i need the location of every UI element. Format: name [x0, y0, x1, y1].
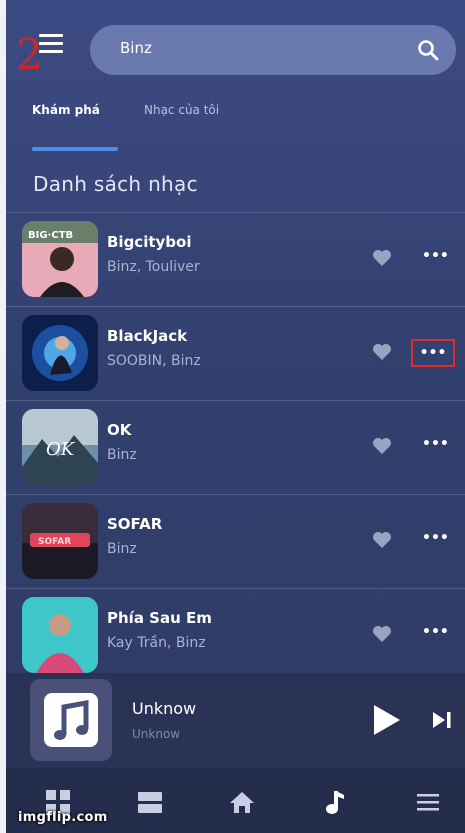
heart-icon[interactable]: [372, 343, 392, 361]
svg-text:SOFAR: SOFAR: [38, 537, 71, 547]
player-track-artist: Unknow: [132, 727, 181, 741]
section-title: Danh sách nhạc: [33, 172, 198, 196]
home-icon[interactable]: [228, 788, 256, 816]
next-track-icon[interactable]: [432, 711, 452, 729]
song-item-phia-sau-em[interactable]: Phía Sau Em Kay Trần, Binz •••: [6, 588, 465, 683]
music-note-icon: [44, 693, 98, 747]
album-cover: [22, 597, 98, 673]
song-item-ok[interactable]: OK OK Binz •••: [6, 400, 465, 495]
tab-kham-pha[interactable]: Khám phá: [32, 103, 100, 117]
menu-icon[interactable]: [414, 788, 442, 816]
mini-player[interactable]: Unknow Unknow: [6, 673, 465, 768]
song-title: Phía Sau Em: [107, 609, 212, 627]
active-tab-indicator: [32, 147, 118, 151]
song-artist: SOOBIN, Binz: [107, 353, 201, 369]
step-number-annotation: 2: [16, 30, 43, 79]
music-note-icon[interactable]: [322, 788, 350, 816]
play-icon[interactable]: [370, 703, 402, 737]
album-cover: [22, 315, 98, 391]
search-icon[interactable]: [416, 38, 440, 62]
more-options-icon[interactable]: •••: [422, 529, 449, 551]
more-options-icon[interactable]: •••: [422, 247, 449, 269]
app-screen: 2 Binz Khám phá Nhạc của tôi Danh sách n…: [6, 0, 465, 833]
song-item-bigcityboi[interactable]: BIG·CTB Bigcityboi Binz, Touliver •••: [6, 212, 465, 307]
more-options-icon[interactable]: •••: [422, 623, 449, 645]
song-artist: Binz: [107, 541, 137, 557]
song-artist: Binz: [107, 447, 137, 463]
song-artist: Binz, Touliver: [107, 259, 200, 275]
more-options-icon[interactable]: •••: [422, 435, 449, 457]
list-icon[interactable]: [136, 788, 164, 816]
song-title: BlackJack: [107, 327, 188, 345]
search-input[interactable]: Binz: [120, 39, 152, 57]
album-cover: OK: [22, 409, 98, 485]
song-title: OK: [107, 421, 132, 439]
search-bar[interactable]: Binz: [90, 25, 456, 75]
tab-nhac-cua-toi[interactable]: Nhạc của tôi: [144, 103, 219, 117]
player-cover: [30, 679, 112, 761]
more-options-icon[interactable]: •••: [411, 339, 455, 367]
heart-icon[interactable]: [372, 625, 392, 643]
song-item-blackjack[interactable]: BlackJack SOOBIN, Binz •••: [6, 306, 465, 401]
svg-text:OK: OK: [46, 439, 76, 460]
song-artist: Kay Trần, Binz: [107, 635, 206, 651]
svg-text:BIG·CTB: BIG·CTB: [28, 230, 73, 241]
heart-icon[interactable]: [372, 437, 392, 455]
song-title: SOFAR: [107, 515, 163, 533]
heart-icon[interactable]: [372, 531, 392, 549]
player-track-title: Unknow: [132, 699, 197, 718]
watermark: imgflip.com: [18, 810, 108, 825]
heart-icon[interactable]: [372, 249, 392, 267]
album-cover: SOFAR: [22, 503, 98, 579]
song-item-sofar[interactable]: SOFAR SOFAR Binz •••: [6, 494, 465, 589]
album-cover: BIG·CTB: [22, 221, 98, 297]
song-title: Bigcityboi: [107, 233, 192, 251]
